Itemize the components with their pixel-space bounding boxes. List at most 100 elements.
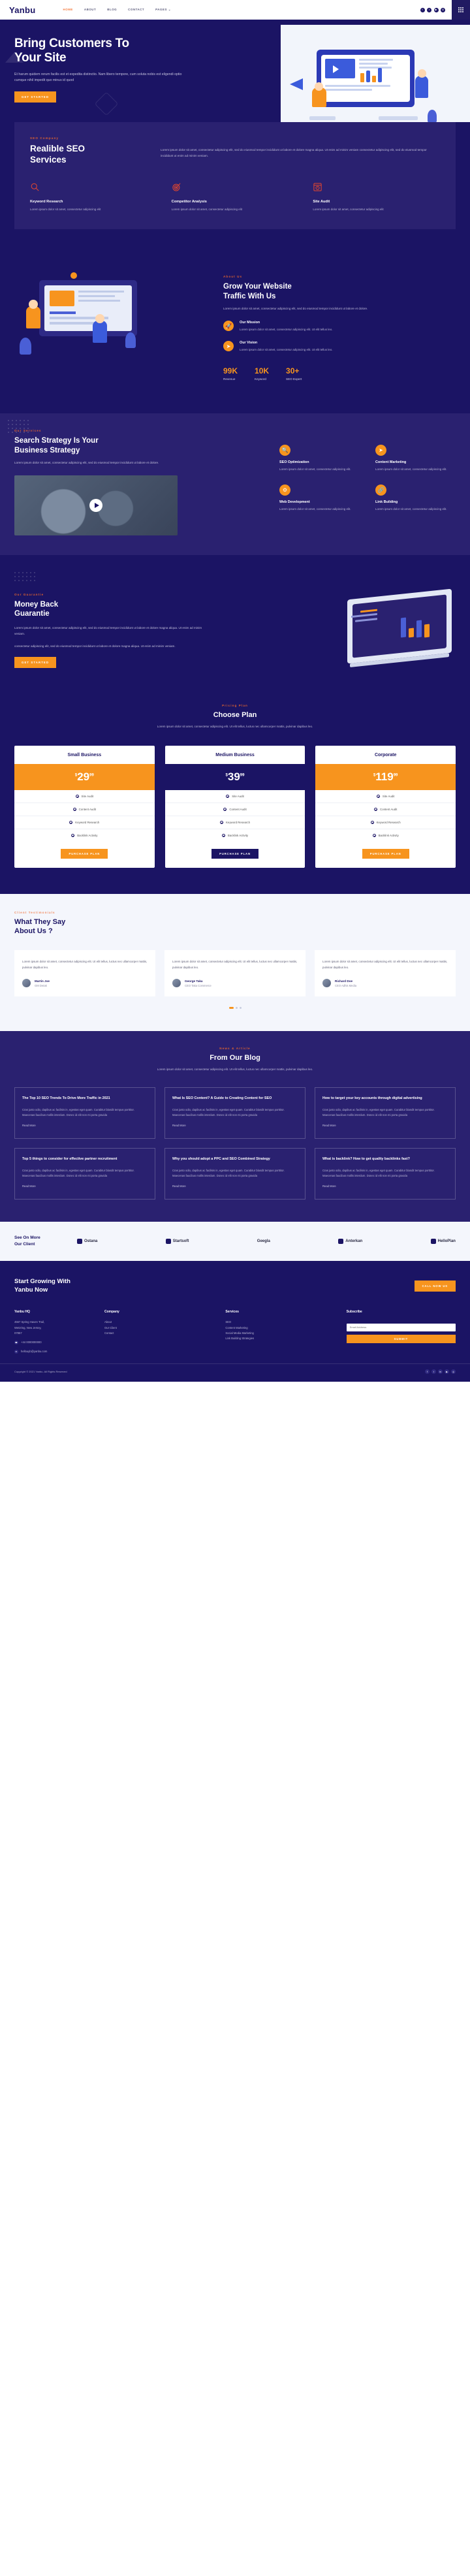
- hero-get-started-button[interactable]: GET STARTED: [14, 91, 57, 103]
- clients-title: See On More Our Client: [14, 1235, 60, 1248]
- stat-label: Revenue: [223, 377, 236, 381]
- top-navbar: Yanbu HOME ABOUT BLOG CONTACT PAGES ⌄ f …: [0, 0, 470, 20]
- grow-eyebrow: About Us: [223, 275, 243, 279]
- blog-post-list: The Top 10 SEO Trends To Drive More Traf…: [14, 1087, 456, 1200]
- strategy-title-line2: Business Strategy: [14, 446, 80, 454]
- subscribe-submit-button[interactable]: SUBMIT: [346, 1335, 456, 1344]
- plan-purchase-button[interactable]: PURCHASE PLAN: [212, 848, 258, 859]
- nav-link-pages[interactable]: PAGES ⌄: [155, 8, 171, 12]
- footer-link-contact[interactable]: Contact: [104, 1331, 213, 1336]
- plan-feature: Content Audit: [164, 803, 306, 816]
- blog-post-card[interactable]: Why you should adopt a PPC and SEO Combi…: [164, 1148, 306, 1200]
- nav-link-home[interactable]: HOME: [63, 8, 73, 12]
- instagram-icon[interactable]: ◎: [441, 7, 445, 12]
- testimonial-quote: Lorem ipsum dolor sit amet, consectetur …: [172, 960, 298, 969]
- cta-call-now-button[interactable]: CALL NOW US: [414, 1280, 456, 1292]
- footer-address-column: Yanbu HQ 4567 Spring Haven Trail, Wetzri…: [14, 1310, 93, 1354]
- site-audit-icon: [313, 183, 322, 191]
- plan-purchase-button[interactable]: PURCHASE PLAN: [61, 848, 108, 859]
- site-logo[interactable]: Yanbu: [9, 5, 36, 15]
- nav-link-blog[interactable]: BLOG: [107, 8, 117, 12]
- youtube-icon[interactable]: ▶: [445, 1369, 449, 1375]
- twitter-icon[interactable]: t: [427, 7, 431, 12]
- stat-seo-expert: 30+ SEO Expert: [286, 366, 302, 381]
- carousel-dot-active[interactable]: [228, 1007, 234, 1010]
- strategy-service-item[interactable]: 🔍 SEO Optimization Lorem ipsum dolor sit…: [279, 445, 360, 472]
- logo-mark-icon: [77, 1239, 82, 1245]
- youtube-icon[interactable]: ▶: [433, 7, 439, 12]
- read-more-link[interactable]: Read More: [322, 1124, 336, 1127]
- stat-revenue: 99K Revenue: [223, 366, 238, 381]
- pricing-plan-card: Small Business $2999 Site Audit Content …: [14, 745, 155, 868]
- strategy-video-thumbnail[interactable]: [14, 475, 178, 536]
- logo-mark-icon: [338, 1239, 344, 1245]
- strategy-service-title: Content Marketing: [375, 460, 407, 465]
- cta-title-line2: Yanbu Now: [14, 1286, 48, 1294]
- hero-subtitle: Et harum quidem rerum facilis est et exp…: [14, 72, 182, 83]
- footer-link-link-building[interactable]: Link Building Strategies: [225, 1336, 334, 1341]
- footer-link-about[interactable]: About: [104, 1320, 213, 1325]
- blog-post-card[interactable]: What is backlink? How to get quality bac…: [314, 1148, 456, 1200]
- read-more-link[interactable]: Read More: [22, 1185, 36, 1188]
- footer-phone[interactable]: ☎ +44 0000000000: [14, 1340, 93, 1345]
- subscribe-email-input[interactable]: [346, 1323, 456, 1331]
- check-icon: [72, 807, 76, 811]
- blog-post-title: What Is SEO Content? A Guide to Creating…: [172, 1096, 272, 1101]
- blog-post-card[interactable]: How to target your key accounts through …: [314, 1087, 456, 1139]
- twitter-icon[interactable]: t: [431, 1369, 436, 1375]
- read-more-link[interactable]: Read More: [172, 1124, 186, 1127]
- facebook-icon[interactable]: f: [420, 7, 425, 12]
- service-card[interactable]: Competitor Analysis Lorem ipsum dolor si…: [172, 182, 299, 212]
- play-icon[interactable]: [89, 499, 102, 513]
- carousel-pagination[interactable]: [14, 1007, 456, 1010]
- carousel-dot[interactable]: [235, 1007, 238, 1010]
- testimonial-card: Lorem ipsum dolor sit amet, consectetur …: [315, 950, 456, 997]
- blog-post-title: What is backlink? How to get quality bac…: [322, 1157, 410, 1162]
- carousel-dot[interactable]: [239, 1007, 242, 1010]
- footer-link-our-client[interactable]: Our Client: [104, 1326, 213, 1331]
- strategy-service-item[interactable]: ➤ Content Marketing Lorem ipsum dolor si…: [375, 445, 456, 472]
- grow-title: Grow Your Website Traffic With Us: [223, 282, 456, 301]
- stat-keyword: 10K Keyword: [255, 366, 269, 381]
- blog-post-card[interactable]: The Top 10 SEO Trends To Drive More Traf…: [14, 1087, 155, 1139]
- nav-link-about[interactable]: ABOUT: [84, 8, 96, 12]
- hero-title-line1: Bring Customers To: [14, 37, 129, 50]
- chain-link-icon: 🔗: [375, 484, 386, 496]
- services-paragraph: Lorem ipsum dolor sit amet, consectetur …: [161, 148, 427, 158]
- footer-company-heading: Company: [104, 1310, 119, 1314]
- plan-amount: 39: [227, 770, 240, 783]
- footer-link-seo[interactable]: SEO: [225, 1320, 334, 1325]
- instagram-icon[interactable]: ◎: [451, 1369, 456, 1375]
- blog-post-card[interactable]: What Is SEO Content? A Guide to Creating…: [164, 1087, 306, 1139]
- services-title-line1: Realible SEO: [30, 144, 86, 154]
- blog-post-excerpt: Cras justo odio, dapibus ac facilisis in…: [172, 1108, 285, 1117]
- service-card[interactable]: Site Audit Lorem ipsum dolor sit amet, c…: [313, 182, 440, 212]
- pricing-subtitle: Lorem ipsum dolor sit amet, consectetur …: [157, 725, 313, 729]
- blog-post-card[interactable]: Top 5 things to consider for effective p…: [14, 1148, 155, 1200]
- strategy-service-item[interactable]: 🔗 Link Building Lorem ipsum dolor sit am…: [375, 484, 456, 512]
- read-more-link[interactable]: Read More: [172, 1185, 186, 1188]
- plan-name: Medium Business: [215, 752, 255, 757]
- magnifier-icon: [31, 183, 39, 191]
- menu-toggle-button[interactable]: [452, 0, 470, 20]
- footer-link-content-marketing[interactable]: Content Marketing: [225, 1326, 334, 1331]
- plan-feature: Site Audit: [14, 790, 155, 803]
- footer-link-social-media[interactable]: Social Media Marketing: [225, 1331, 334, 1336]
- linkedin-icon[interactable]: in: [438, 1369, 443, 1375]
- facebook-icon[interactable]: f: [425, 1369, 430, 1375]
- cta-title-line1: Start Growing With: [14, 1277, 70, 1285]
- logo-mark-icon: [165, 1239, 171, 1245]
- testimonial-card: Lorem ipsum dolor sit amet, consectetur …: [14, 950, 155, 997]
- footer-address-heading: Yanbu HQ: [14, 1310, 30, 1314]
- money-get-started-button[interactable]: GET STARTED: [14, 656, 57, 668]
- read-more-link[interactable]: Read More: [22, 1124, 36, 1127]
- read-more-link[interactable]: Read More: [322, 1185, 336, 1188]
- nav-link-contact[interactable]: CONTACT: [128, 8, 144, 12]
- plan-purchase-button[interactable]: PURCHASE PLAN: [362, 848, 409, 859]
- service-card-title: Competitor Analysis: [171, 200, 207, 204]
- money-paragraph-2: consectetur adipiscing elit, sed do eius…: [14, 644, 176, 648]
- grow-item: ➤ Our Vision Lorem ipsum dolor sit amet,…: [223, 341, 456, 353]
- footer-email[interactable]: ✉ hellouyb@yanbu.com: [14, 1349, 93, 1354]
- service-card[interactable]: Keyword Research Lorem ipsum dolor sit a…: [30, 182, 157, 212]
- strategy-service-item[interactable]: ⚙ Web Development Lorem ipsum dolor sit …: [279, 484, 360, 512]
